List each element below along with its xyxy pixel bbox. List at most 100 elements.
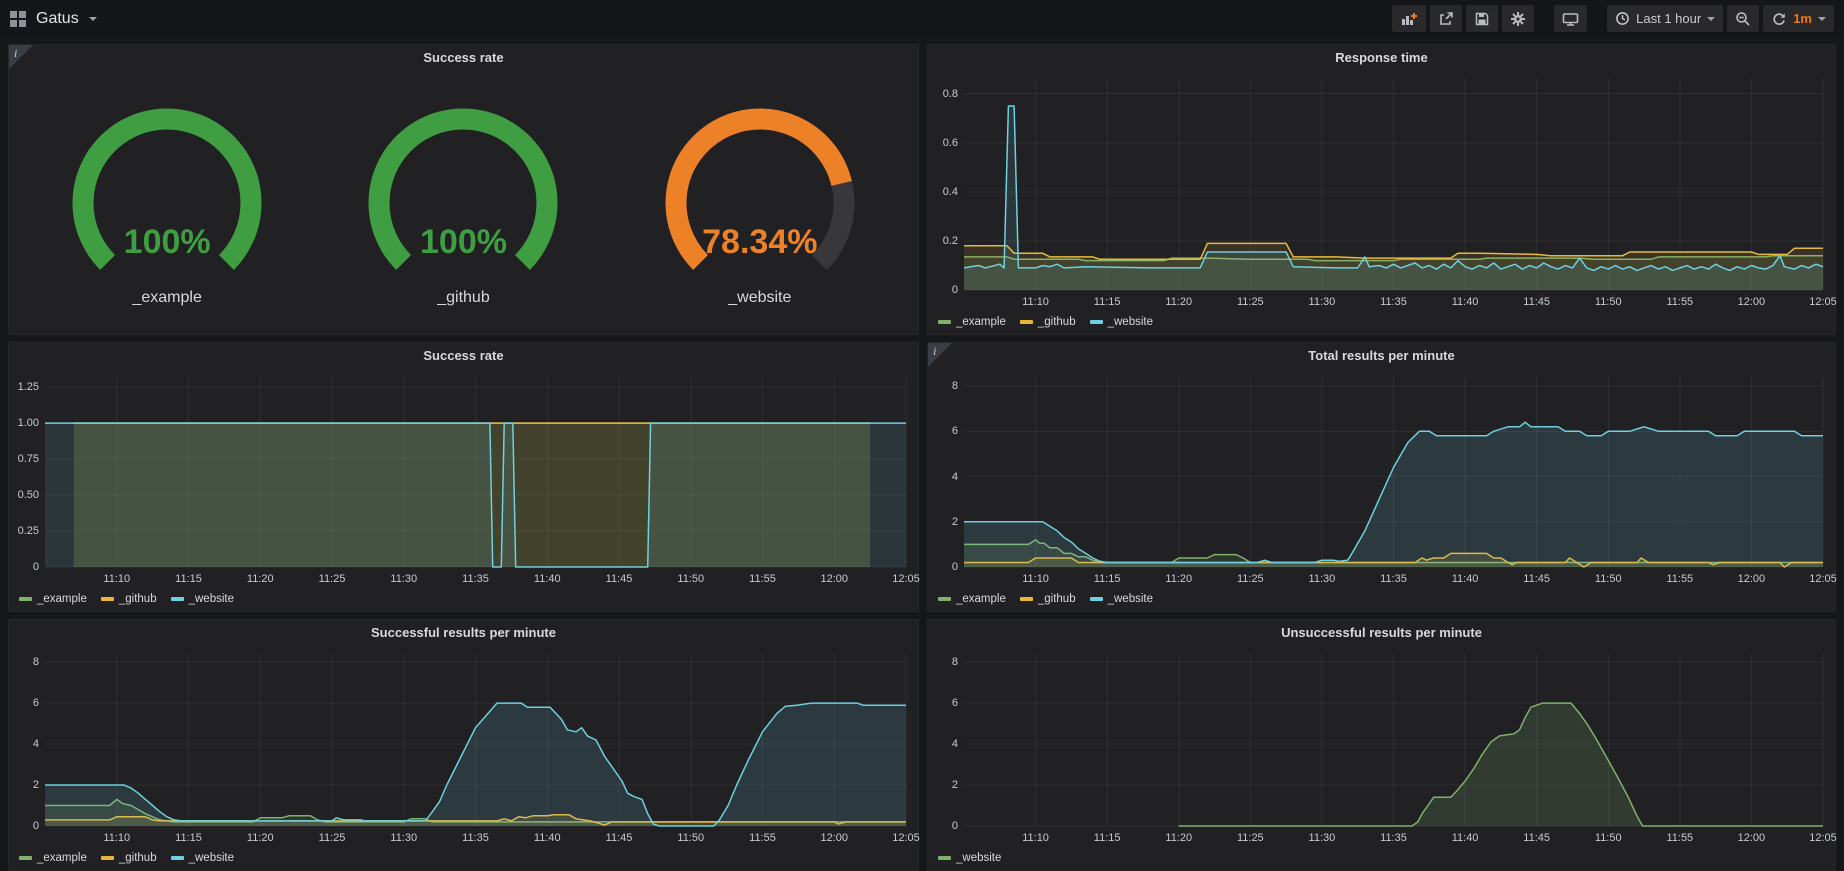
share-dashboard-button[interactable] — [1430, 5, 1462, 32]
x-axis-tick-label: 11:10 — [1022, 296, 1049, 308]
x-axis-tick-label: 11:45 — [1523, 573, 1550, 585]
y-axis-tick-label: 0.75 — [9, 453, 39, 465]
x-axis-tick-label: 11:40 — [1452, 296, 1479, 308]
y-axis-tick-label: 6 — [9, 697, 39, 709]
gauge-_github: 100%_github — [338, 107, 588, 325]
grafana-dashboard: Gatus — [0, 0, 1844, 871]
x-axis-tick-label: 11:30 — [1309, 573, 1336, 585]
panel-info-corner-icon[interactable] — [928, 343, 952, 367]
y-axis-tick-label: 0.50 — [9, 489, 39, 501]
x-axis-tick-label: 11:25 — [1237, 573, 1264, 585]
time-series-chart[interactable]: 0246811:1011:1511:2011:2511:3011:3511:40… — [928, 646, 1835, 870]
y-axis-tick-label: 4 — [9, 738, 39, 750]
y-axis-tick-label: 1.25 — [9, 381, 39, 393]
time-range-button[interactable]: Last 1 hour — [1607, 5, 1723, 32]
x-axis-tick-label: 11:30 — [1309, 296, 1336, 308]
y-axis-tick-label: 6 — [928, 425, 958, 437]
y-axis-tick-label: 0.8 — [928, 88, 958, 100]
x-axis-tick-label: 12:05 — [892, 832, 920, 844]
panel-title[interactable]: Successful results per minute — [9, 620, 918, 646]
chart-canvas[interactable] — [928, 71, 1835, 334]
legend-item-_example[interactable]: _example — [938, 316, 1006, 328]
x-axis-tick-label: 11:45 — [606, 832, 633, 844]
panel-successful-results: Successful results per minute 0246811:10… — [8, 619, 919, 871]
x-axis-tick-label: 11:10 — [1022, 832, 1049, 844]
time-range-label: Last 1 hour — [1636, 11, 1701, 26]
time-series-chart[interactable]: 0246811:1011:1511:2011:2511:3011:3511:40… — [9, 646, 918, 870]
legend-item-_github[interactable]: _github — [101, 593, 157, 605]
panel-response-time: Response time 00.20.40.60.811:1011:1511:… — [927, 44, 1836, 335]
time-series-chart[interactable]: 00.250.500.751.001.2511:1011:1511:2011:2… — [9, 369, 918, 611]
add-panel-icon — [1400, 11, 1418, 27]
legend-item-_website[interactable]: _website — [938, 852, 1001, 864]
dashboard-settings-button[interactable] — [1502, 5, 1534, 32]
legend-item-_website[interactable]: _website — [171, 852, 234, 864]
x-axis-tick-label: 11:20 — [1165, 296, 1192, 308]
legend-item-_example[interactable]: _example — [19, 852, 87, 864]
panel-success-rate-timeseries: Success rate 00.250.500.751.001.2511:101… — [8, 342, 919, 612]
chart-legend: _example _github _website — [938, 313, 1153, 331]
chart-legend: _example _github _website — [938, 590, 1153, 608]
panel-title[interactable]: Response time — [928, 45, 1835, 71]
zoom-out-icon — [1735, 11, 1751, 27]
top-navbar: Gatus — [0, 0, 1844, 37]
x-axis-tick-label: 11:50 — [1595, 832, 1622, 844]
gauge-value: 100% — [338, 223, 588, 262]
x-axis-tick-label: 11:35 — [462, 573, 489, 585]
legend-item-_example[interactable]: _example — [938, 593, 1006, 605]
gauge-chart: 100%_example100%_github78.34%_website — [9, 71, 918, 374]
time-series-chart[interactable]: 0246811:1011:1511:2011:2511:3011:3511:40… — [928, 369, 1835, 611]
panel-info-corner-icon[interactable] — [9, 45, 33, 69]
zoom-out-button[interactable] — [1727, 5, 1759, 32]
panel-success-rate-gauges: i Success rate 100%_example100%_github78… — [8, 44, 919, 335]
dashboard-picker[interactable]: Gatus — [10, 10, 97, 28]
y-axis-tick-label: 4 — [928, 471, 958, 483]
x-axis-tick-label: 11:35 — [462, 832, 489, 844]
legend-series-swatch — [19, 597, 32, 601]
x-axis-tick-label: 11:40 — [534, 573, 561, 585]
x-axis-tick-label: 11:55 — [1666, 296, 1693, 308]
x-axis-tick-label: 11:15 — [175, 832, 202, 844]
panel-title[interactable]: Unsuccessful results per minute — [928, 620, 1835, 646]
legend-series-swatch — [938, 320, 951, 324]
legend-item-_github[interactable]: _github — [1020, 593, 1076, 605]
add-panel-button[interactable] — [1392, 5, 1426, 32]
x-axis-tick-label: 11:25 — [1237, 832, 1264, 844]
panel-title[interactable]: Total results per minute — [928, 343, 1835, 369]
x-axis-tick-label: 11:35 — [1380, 832, 1407, 844]
legend-item-_website[interactable]: _website — [171, 593, 234, 605]
panel-title[interactable]: Success rate — [9, 343, 918, 369]
panel-title[interactable]: Success rate — [9, 45, 918, 71]
y-axis-tick-label: 1.00 — [9, 417, 39, 429]
legend-item-_example[interactable]: _example — [19, 593, 87, 605]
x-axis-tick-label: 11:20 — [1165, 573, 1192, 585]
legend-item-_github[interactable]: _github — [101, 852, 157, 864]
save-icon — [1474, 11, 1490, 27]
x-axis-tick-label: 12:05 — [1809, 573, 1837, 585]
y-axis-tick-label: 8 — [928, 656, 958, 668]
cycle-view-mode-button[interactable] — [1554, 5, 1587, 32]
x-axis-tick-label: 11:50 — [677, 573, 704, 585]
x-axis-tick-label: 11:35 — [1380, 296, 1407, 308]
legend-item-_website[interactable]: _website — [1090, 593, 1153, 605]
time-series-chart[interactable]: 00.20.40.60.811:1011:1511:2011:2511:3011… — [928, 71, 1835, 334]
x-axis-tick-label: 11:35 — [1380, 573, 1407, 585]
refresh-button[interactable]: 1m — [1763, 5, 1834, 32]
y-axis-tick-label: 2 — [928, 516, 958, 528]
navbar-toolbar: Last 1 hour 1m — [1392, 5, 1834, 32]
x-axis-tick-label: 12:05 — [1809, 296, 1837, 308]
y-axis-tick-label: 0.4 — [928, 186, 958, 198]
legend-series-swatch — [171, 597, 184, 601]
caret-down-icon — [89, 17, 97, 21]
legend-series-swatch — [1020, 320, 1033, 324]
legend-item-_website[interactable]: _website — [1090, 316, 1153, 328]
gauge-label: _example — [42, 289, 292, 307]
x-axis-tick-label: 11:30 — [390, 832, 417, 844]
legend-series-swatch — [19, 856, 32, 860]
x-axis-tick-label: 11:50 — [1595, 573, 1622, 585]
legend-item-_github[interactable]: _github — [1020, 316, 1076, 328]
save-dashboard-button[interactable] — [1466, 5, 1498, 32]
y-axis-tick-label: 0 — [9, 820, 39, 832]
caret-down-icon — [1818, 17, 1826, 21]
x-axis-tick-label: 11:40 — [534, 832, 561, 844]
